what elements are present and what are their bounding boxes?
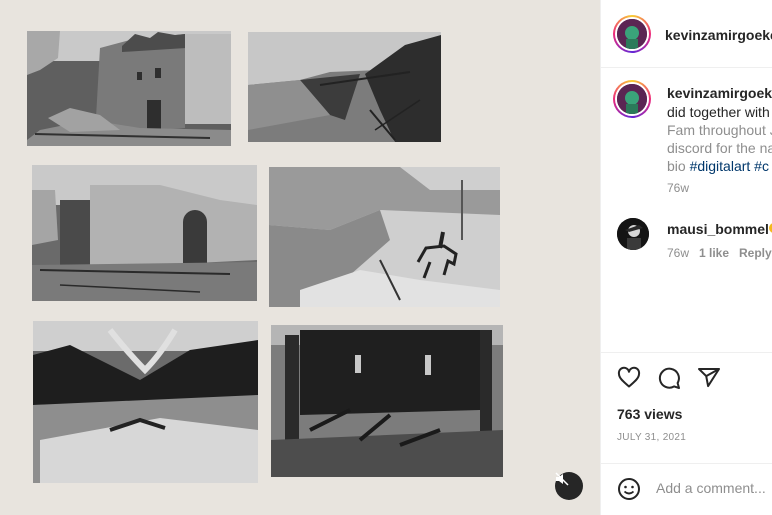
storyboard-panel-6 [271, 325, 503, 477]
hashtag-link[interactable]: #c [754, 158, 769, 174]
commenter-avatar[interactable] [617, 218, 649, 250]
post-media[interactable] [0, 0, 600, 515]
author-username[interactable]: kevinzamirgoeke [665, 27, 772, 43]
comment-timestamp[interactable]: 76w [667, 246, 689, 260]
caption-prefix: bio [667, 158, 690, 174]
post-header: kevinzamirgoeke [601, 0, 772, 68]
view-count[interactable]: 763 views [617, 406, 682, 422]
heart-icon[interactable] [617, 366, 643, 392]
comment-likes[interactable]: 1 like [699, 246, 729, 260]
storyboard-panel-5 [33, 321, 258, 483]
post-details-panel: kevinzamirgoeke kevinzamirgoeke did toge… [600, 0, 772, 515]
comment-likes-count: 1 like [699, 246, 730, 260]
storyboard-panel-3 [32, 165, 257, 301]
caption-timestamp[interactable]: 76w [667, 181, 689, 195]
paper-plane-icon[interactable] [697, 366, 723, 392]
caption-author-avatar[interactable] [613, 80, 651, 118]
caption-line: discord for the na [667, 140, 772, 156]
storyboard-artwork [27, 31, 503, 483]
caption-author-username[interactable]: kevinzamirgoeke [667, 85, 772, 101]
speaker-muted-icon[interactable] [555, 472, 583, 500]
author-avatar[interactable] [613, 15, 651, 53]
caption-line: Fam throughout J [667, 122, 772, 138]
emoji-icon[interactable] [617, 477, 643, 503]
storyboard-panel-1 [27, 31, 231, 146]
caption-line: did together with [667, 104, 770, 120]
comment-icon[interactable] [657, 366, 683, 392]
storyboard-panel-2 [248, 32, 441, 142]
post-date[interactable]: JULY 31, 2021 [617, 432, 686, 443]
storyboard-panel-4 [269, 167, 500, 307]
comment-composer [601, 463, 772, 515]
caption-line-last: bio #digitalart #c [667, 157, 772, 175]
comment-input[interactable] [656, 480, 771, 496]
hashtag-link[interactable]: #digitalart [690, 158, 751, 174]
commenter-username[interactable]: mausi_bommel [667, 221, 769, 237]
reply-button[interactable]: Reply [739, 246, 772, 260]
